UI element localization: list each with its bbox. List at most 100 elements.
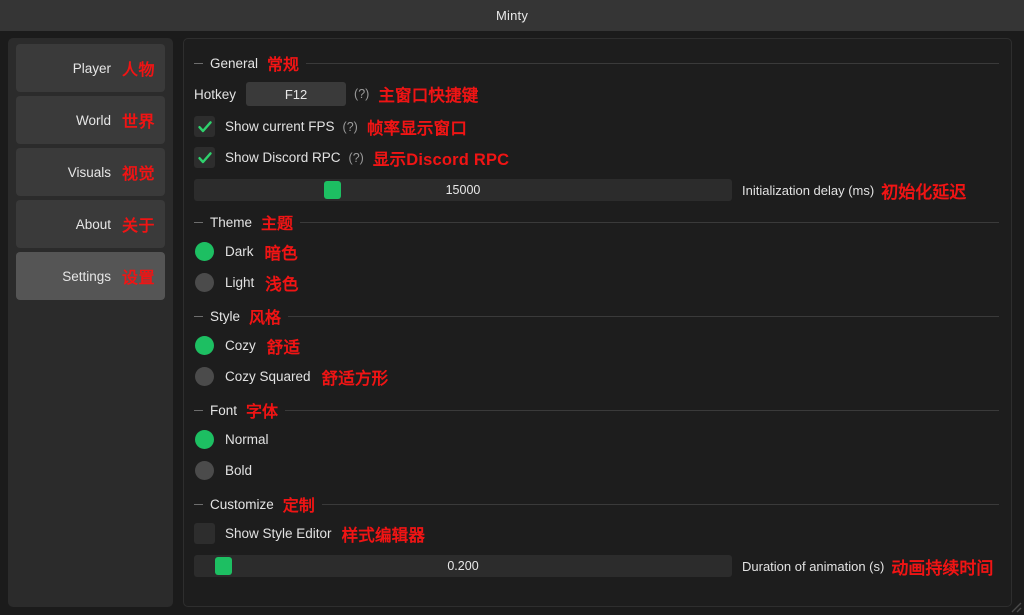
show-discord-rpc-annotation-cn: 显示Discord RPC <box>372 150 510 169</box>
animation-duration-slider[interactable]: 0.200 <box>194 555 732 577</box>
style-option-label: Cozy Squared <box>225 369 311 384</box>
collapse-dash-icon[interactable] <box>194 503 203 505</box>
show-style-editor-row: Show Style Editor 样式编辑器 <box>194 518 999 549</box>
hotkey-row: Hotkey F12 (?) 主窗口快捷键 <box>194 77 999 111</box>
font-option-label: Normal <box>225 432 269 447</box>
theme-option-label: Dark <box>225 244 254 259</box>
help-icon[interactable]: (?) <box>343 120 358 134</box>
theme-radio-dark[interactable] <box>195 242 214 261</box>
style-option-label: Cozy <box>225 338 256 353</box>
style-option-cozy-row: Cozy 舒适 <box>194 330 999 361</box>
section-title-cn: 字体 <box>246 404 279 421</box>
window-title: Minty <box>495 8 529 23</box>
section-rule <box>300 221 999 223</box>
sidebar-item-label: Visuals <box>67 164 111 180</box>
sidebar-item-label: Settings <box>62 268 111 284</box>
sidebar-item-label-cn: 人物 <box>121 62 155 79</box>
theme-option-label-cn: 暗色 <box>264 244 298 263</box>
style-option-label-cn: 舒适 <box>266 338 301 357</box>
sidebar-item-player[interactable]: Player 人物 <box>16 44 165 92</box>
animation-duration-label: Duration of animation (s) <box>742 558 885 574</box>
show-fps-checkbox[interactable] <box>194 116 215 137</box>
check-icon <box>197 120 212 132</box>
font-option-label: Bold <box>225 463 253 478</box>
app-window: Minty Player 人物 World 世界 Visuals 视觉 Abou… <box>0 0 1024 615</box>
resize-grip-icon[interactable] <box>1008 599 1022 613</box>
section-title: Style <box>210 308 241 324</box>
style-option-label-cn: 舒适方形 <box>321 369 389 388</box>
section-title-cn: 常规 <box>267 57 300 74</box>
section-title-cn: 定制 <box>282 498 315 515</box>
style-radio-cozy-squared[interactable] <box>195 367 214 386</box>
init-delay-label: Initialization delay (ms) <box>742 182 875 198</box>
slider-handle[interactable] <box>324 181 341 199</box>
section-header-customize: Customize 定制 <box>194 492 999 516</box>
show-style-editor-checkbox[interactable] <box>194 523 215 544</box>
style-radio-cozy[interactable] <box>195 336 214 355</box>
show-style-editor-label: Show Style Editor <box>225 526 332 541</box>
sidebar-item-about[interactable]: About 关于 <box>16 200 165 248</box>
section-title-cn: 风格 <box>249 310 282 327</box>
check-icon <box>197 151 212 163</box>
sidebar-item-label: World <box>75 112 111 128</box>
sidebar: Player 人物 World 世界 Visuals 视觉 About 关于 S… <box>8 38 173 607</box>
show-fps-annotation-cn: 帧率显示窗口 <box>366 119 468 138</box>
collapse-dash-icon[interactable] <box>194 221 203 223</box>
section-rule <box>285 409 999 411</box>
collapse-dash-icon[interactable] <box>194 315 203 317</box>
theme-radio-light[interactable] <box>195 273 214 292</box>
section-header-style: Style 风格 <box>194 304 999 328</box>
show-discord-rpc-row: Show Discord RPC (?) 显示Discord RPC <box>194 142 999 173</box>
section-title-cn: 主题 <box>261 216 294 233</box>
animation-duration-row: 0.200 Duration of animation (s) 动画持续时间 <box>194 552 999 580</box>
help-icon[interactable]: (?) <box>354 87 369 101</box>
collapse-dash-icon[interactable] <box>194 409 203 411</box>
show-style-editor-annotation-cn: 样式编辑器 <box>341 526 426 545</box>
init-delay-row: 15000 Initialization delay (ms) 初始化延迟 <box>194 176 999 204</box>
sidebar-item-settings[interactable]: Settings 设置 <box>16 252 165 300</box>
show-fps-label: Show current FPS <box>225 119 335 134</box>
help-icon[interactable]: (?) <box>349 151 364 165</box>
hotkey-label: Hotkey <box>194 86 237 102</box>
section-header-general: General 常规 <box>194 51 999 75</box>
hotkey-input[interactable]: F12 <box>246 82 347 106</box>
theme-option-light-row: Light 浅色 <box>194 267 999 298</box>
init-delay-value: 15000 <box>445 183 481 197</box>
settings-panel: General 常规 Hotkey F12 (?) 主窗口快捷键 Show cu… <box>183 38 1012 607</box>
animation-duration-value: 0.200 <box>447 559 479 573</box>
sidebar-item-world[interactable]: World 世界 <box>16 96 165 144</box>
section-title: Font <box>210 402 238 418</box>
theme-option-label: Light <box>225 275 255 290</box>
slider-handle[interactable] <box>215 557 232 575</box>
font-option-bold-row: Bold <box>194 455 999 486</box>
title-bar[interactable]: Minty <box>0 0 1024 32</box>
theme-option-label-cn: 浅色 <box>265 275 299 294</box>
sidebar-item-label-cn: 视觉 <box>121 166 155 183</box>
font-option-normal-row: Normal <box>194 424 999 455</box>
sidebar-item-label-cn: 关于 <box>121 218 155 235</box>
init-delay-annotation-cn: 初始化延迟 <box>881 182 967 202</box>
section-rule <box>306 62 999 64</box>
hotkey-annotation-cn: 主窗口快捷键 <box>378 87 479 105</box>
sidebar-item-label: About <box>75 216 111 232</box>
show-fps-row: Show current FPS (?) 帧率显示窗口 <box>194 111 999 142</box>
show-discord-rpc-label: Show Discord RPC <box>225 150 341 165</box>
section-rule <box>321 503 999 505</box>
sidebar-item-label-cn: 世界 <box>121 114 155 131</box>
section-title: Theme <box>210 214 253 230</box>
sidebar-item-visuals[interactable]: Visuals 视觉 <box>16 148 165 196</box>
font-radio-bold[interactable] <box>195 461 214 480</box>
section-rule <box>288 315 999 317</box>
theme-option-dark-row: Dark 暗色 <box>194 236 999 267</box>
style-option-cozy-squared-row: Cozy Squared 舒适方形 <box>194 361 999 392</box>
section-header-font: Font 字体 <box>194 398 999 422</box>
section-title: General <box>210 55 259 71</box>
collapse-dash-icon[interactable] <box>194 62 203 64</box>
section-header-theme: Theme 主题 <box>194 210 999 234</box>
sidebar-item-label: Player <box>72 60 111 76</box>
section-title: Customize <box>210 496 274 512</box>
sidebar-item-label-cn: 设置 <box>121 270 155 287</box>
font-radio-normal[interactable] <box>195 430 214 449</box>
init-delay-slider[interactable]: 15000 <box>194 179 732 201</box>
show-discord-rpc-checkbox[interactable] <box>194 147 215 168</box>
